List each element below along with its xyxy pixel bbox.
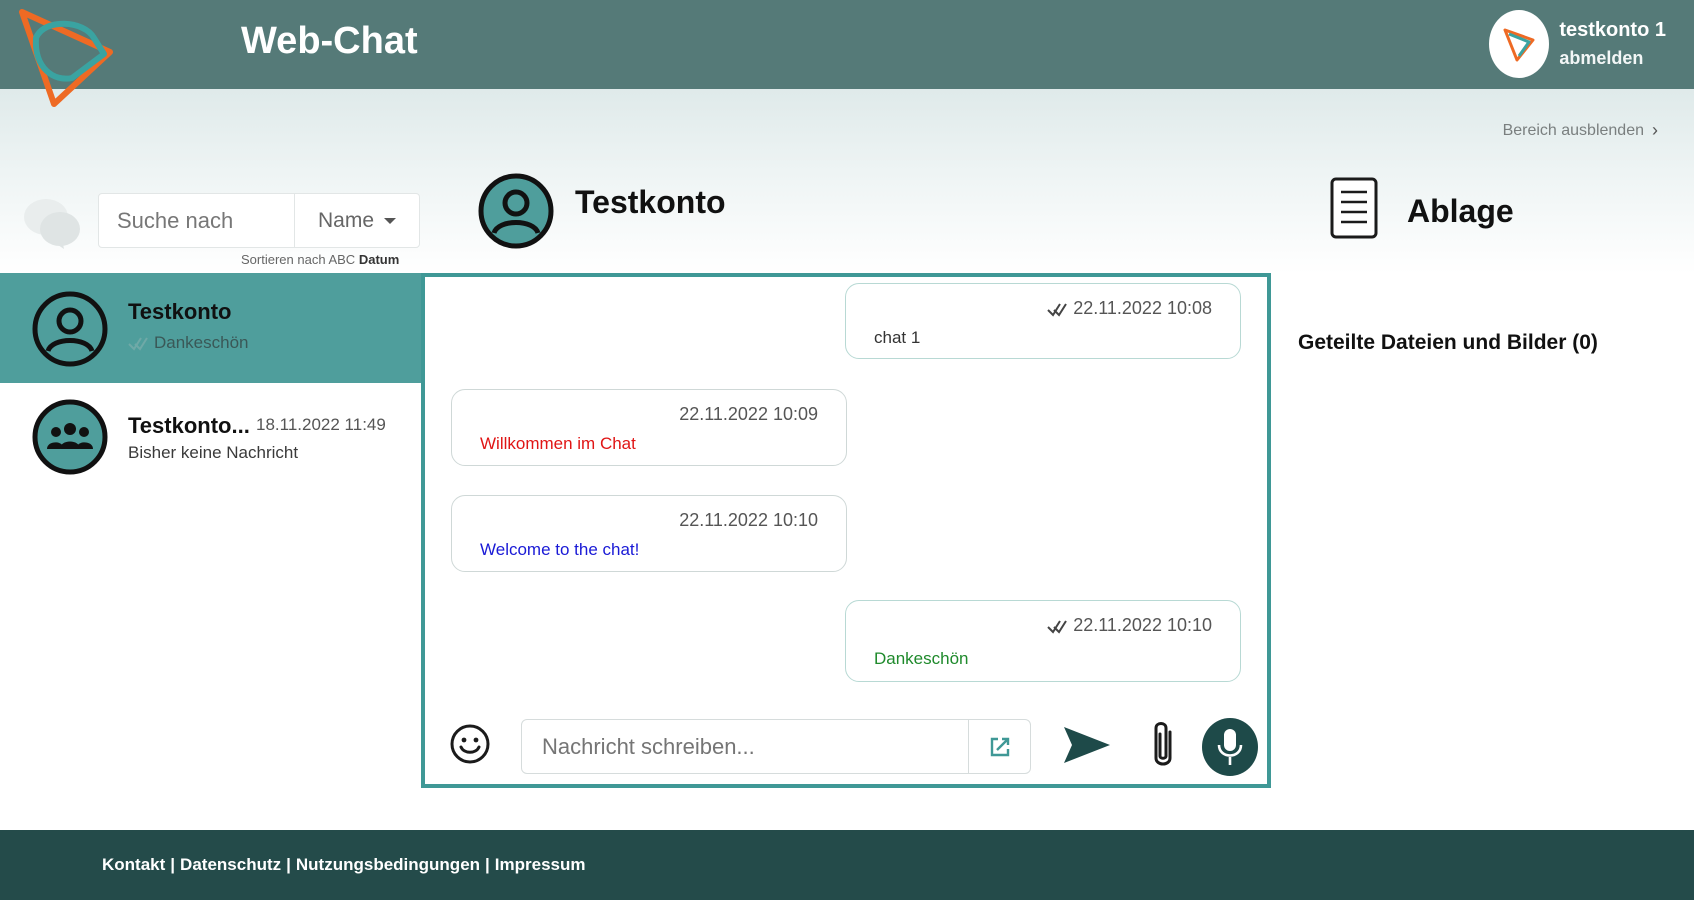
message-bubble: 22.11.2022 10:08 chat 1 — [845, 283, 1241, 359]
app-logo-icon[interactable] — [14, 8, 118, 108]
message-text: chat 1 — [874, 328, 921, 347]
footer-separator: | — [286, 855, 291, 874]
document-icon — [1330, 177, 1378, 239]
message-time: 22.11.2022 10:09 — [679, 404, 818, 425]
contact-item-testkonto[interactable]: Testkonto Dankeschön — [0, 273, 422, 383]
emoji-icon[interactable] — [449, 723, 491, 765]
logout-link[interactable]: abmelden — [1559, 48, 1666, 69]
message-text: Willkommen im Chat — [480, 434, 636, 453]
footer-link-datenschutz[interactable]: Datenschutz — [180, 855, 281, 874]
footer-link-nutzungsbedingungen[interactable]: Nutzungsbedingungen — [296, 855, 480, 874]
user-name: testkonto 1 — [1559, 19, 1666, 41]
paperclip-icon[interactable] — [1146, 718, 1180, 772]
contact-last-message: Dankeschön — [128, 333, 249, 353]
sort-field-select[interactable]: Name — [294, 194, 419, 247]
message-input[interactable] — [522, 720, 968, 773]
contact-name: Testkonto — [128, 299, 232, 324]
contact-date: 18.11.2022 11:49 — [256, 415, 386, 434]
message-bubble: 22.11.2022 10:10 Welcome to the chat! — [451, 495, 847, 572]
message-time-text: 22.11.2022 10:10 — [679, 510, 818, 530]
footer-link-kontakt[interactable]: Kontakt — [102, 855, 165, 874]
chat-contact-avatar[interactable] — [478, 173, 554, 249]
message-text: Welcome to the chat! — [480, 540, 640, 559]
footer-separator: | — [170, 855, 176, 874]
message-bubble: 22.11.2022 10:10 Dankeschön — [845, 600, 1241, 682]
contact-list: Testkonto Dankeschön Testkonto... 18.11.… — [0, 273, 422, 493]
chevron-right-icon: › — [1652, 120, 1658, 140]
double-check-icon — [128, 337, 148, 351]
message-composer — [521, 719, 1031, 774]
hide-area-label: Bereich ausblenden — [1502, 121, 1644, 139]
sort-field-value: Name — [317, 208, 375, 232]
message-time: 22.11.2022 10:10 — [679, 510, 818, 531]
hide-area-toggle[interactable]: Bereich ausblenden › — [1503, 120, 1658, 141]
microphone-icon — [1217, 729, 1243, 765]
microphone-button[interactable] — [1202, 718, 1258, 776]
search-bar: Name — [98, 193, 420, 248]
app-footer: Kontakt | Datenschutz | Nutzungsbedingungen |… — [0, 830, 1694, 900]
user-avatar[interactable] — [1489, 10, 1550, 78]
user-avatar-icon — [478, 173, 554, 249]
edit-button[interactable] — [968, 720, 1030, 773]
chat-contact-name: Testkonto — [575, 184, 726, 220]
contact-item-testkonto-group[interactable]: Testkonto... 18.11.2022 11:49 Bisher kei… — [0, 383, 422, 493]
app-title: Web-Chat — [241, 20, 418, 62]
contact-name: Testkonto... — [128, 413, 250, 438]
external-edit-icon — [990, 737, 1009, 756]
message-time: 22.11.2022 10:08 — [1047, 298, 1212, 319]
contact-avatar — [32, 291, 108, 367]
double-check-icon — [1047, 619, 1068, 634]
group-avatar-icon — [32, 399, 108, 475]
caret-down-icon — [384, 217, 397, 224]
message-time-text: 22.11.2022 10:08 — [1073, 298, 1212, 318]
double-check-icon — [1047, 302, 1068, 317]
user-info: testkonto 1 abmelden — [1559, 19, 1666, 69]
contact-avatar — [32, 399, 108, 475]
contact-last-message-text: Dankeschön — [154, 333, 249, 352]
shared-files-label[interactable]: Geteilte Dateien und Bilder (0) — [1298, 331, 1598, 355]
contact-last-message-text: Bisher keine Nachricht — [128, 443, 299, 462]
message-text: Dankeschön — [874, 649, 969, 668]
footer-link-impressum[interactable]: Impressum — [495, 855, 586, 874]
chats-icon — [24, 199, 80, 249]
user-avatar-icon — [32, 291, 108, 367]
app-header: Web-Chat testkonto 1 abmelden — [0, 0, 1694, 89]
search-input[interactable] — [99, 194, 294, 247]
message-time-text: 22.11.2022 10:10 — [1073, 615, 1212, 635]
user-box: testkonto 1 abmelden — [1489, 9, 1666, 79]
sort-abc-option[interactable]: ABC — [328, 252, 355, 267]
sort-hint: Sortieren nach ABC Datum — [241, 252, 399, 267]
footer-links: Kontakt | Datenschutz | Nutzungsbedingungen |… — [102, 855, 586, 875]
user-logo-icon — [1503, 28, 1535, 62]
message-time: 22.11.2022 10:10 — [1047, 615, 1212, 636]
send-icon[interactable] — [1062, 724, 1112, 766]
sort-hint-label: Sortieren nach — [241, 252, 326, 267]
storage-title: Ablage — [1407, 193, 1514, 229]
chat-header — [478, 173, 574, 249]
message-time-text: 22.11.2022 10:09 — [679, 404, 818, 424]
footer-separator: | — [485, 855, 490, 874]
contact-last-message: Bisher keine Nachricht — [128, 443, 298, 463]
message-bubble: 22.11.2022 10:09 Willkommen im Chat — [451, 389, 847, 466]
sort-date-option[interactable]: Datum — [359, 252, 399, 267]
